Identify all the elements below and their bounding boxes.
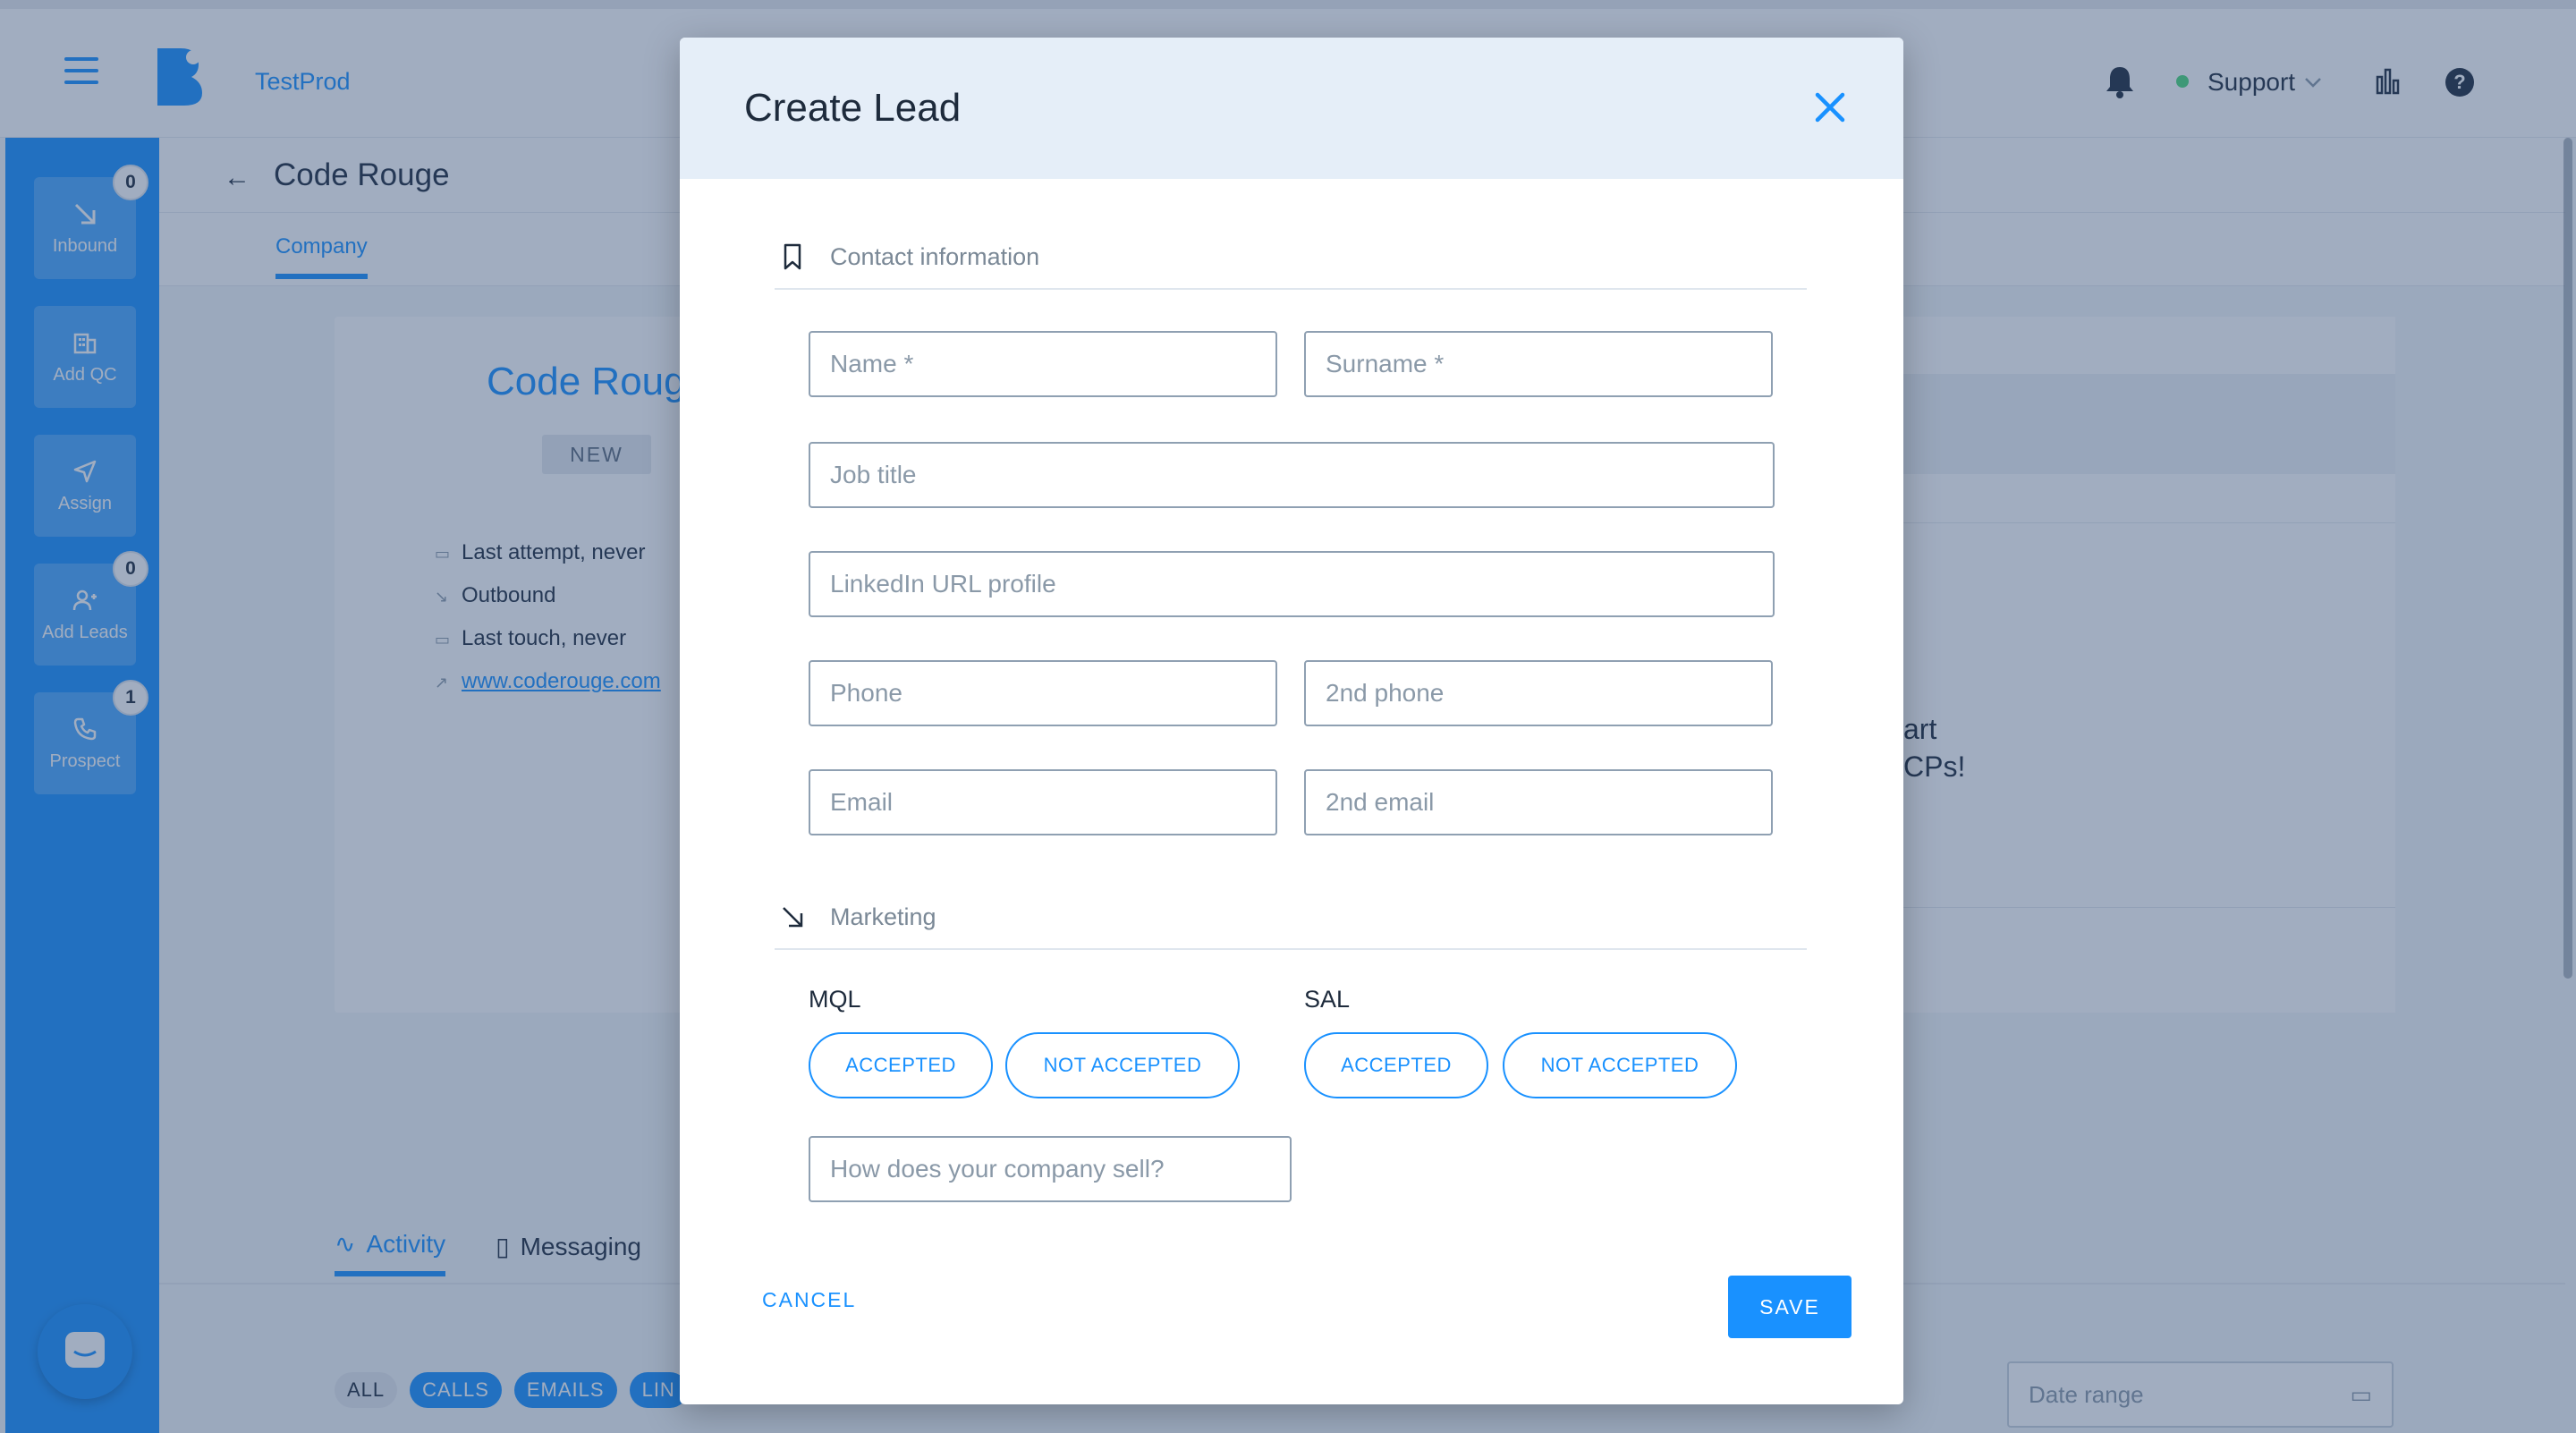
company-sell-field[interactable] [809,1136,1292,1202]
bookmark-icon [784,243,801,270]
email-field[interactable] [809,769,1277,835]
sal-accepted-button[interactable]: ACCEPTED [1304,1032,1488,1098]
create-lead-modal: Create Lead Contact information Marketin… [680,38,1903,1404]
sal-label: SAL [1304,986,1351,1013]
second-email-field[interactable] [1304,769,1773,835]
mql-not-accepted-button[interactable]: NOT ACCEPTED [1005,1032,1240,1098]
cancel-button[interactable]: CANCEL [762,1288,856,1312]
mql-accepted-button[interactable]: ACCEPTED [809,1032,993,1098]
save-button[interactable]: SAVE [1728,1276,1852,1338]
phone-field[interactable] [809,660,1277,726]
second-phone-field[interactable] [1304,660,1773,726]
arrow-down-right-icon [783,907,803,928]
mql-label: MQL [809,986,861,1013]
linkedin-url-field[interactable] [809,551,1775,617]
marketing-section-header: Marketing [775,886,1807,950]
surname-field[interactable] [1304,331,1773,397]
modal-header: Create Lead [680,38,1903,179]
name-field[interactable] [809,331,1277,397]
job-title-field[interactable] [809,442,1775,508]
modal-title: Create Lead [744,86,962,130]
contact-section-header: Contact information [775,225,1807,290]
close-icon[interactable] [1809,86,1852,129]
section-title: Marketing [830,903,936,930]
sal-not-accepted-button[interactable]: NOT ACCEPTED [1503,1032,1737,1098]
section-title: Contact information [830,242,1040,270]
